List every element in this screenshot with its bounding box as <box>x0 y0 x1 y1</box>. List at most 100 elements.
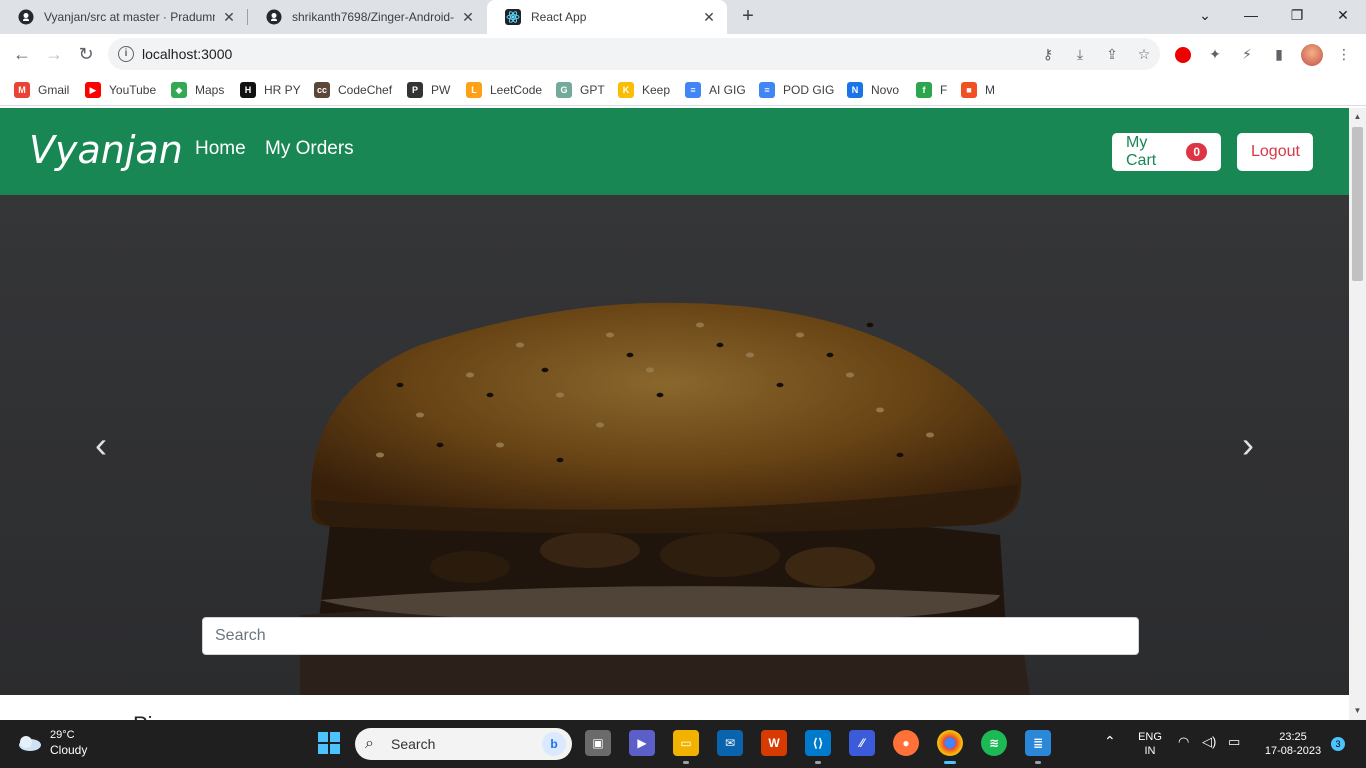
carousel-prev-icon[interactable]: ‹ <box>81 421 121 469</box>
bookmark-star-icon[interactable]: ☆ <box>1136 46 1152 62</box>
f-icon: f <box>916 82 932 98</box>
scrollbar-thumb[interactable] <box>1352 127 1363 281</box>
page-scrollbar[interactable]: ▲ ▼ <box>1349 108 1366 720</box>
chrome-icon[interactable] <box>937 730 963 756</box>
extensions-icon[interactable]: ✦ <box>1207 46 1223 62</box>
clock-date: 17-08-2023 <box>1264 745 1322 757</box>
bookmark-item[interactable]: fF <box>916 82 947 98</box>
task-view-icon[interactable]: ▣ <box>585 730 611 756</box>
adblock-icon[interactable] <box>1175 47 1191 63</box>
bookmark-item[interactable]: L LeetCode <box>466 82 542 98</box>
start-icon[interactable] <box>316 730 342 756</box>
menu-kebab-icon[interactable]: ⋮ <box>1336 46 1352 62</box>
share-icon[interactable]: ⇪ <box>1104 46 1120 62</box>
my-cart-label: My Cart <box>1126 134 1157 169</box>
url-text[interactable]: localhost:3000 <box>142 46 232 62</box>
close-tab-icon[interactable]: ✕ <box>221 9 237 26</box>
bookmark-item[interactable]: N Novo <box>847 82 899 98</box>
site-info-icon[interactable]: i <box>118 46 134 62</box>
notification-badge[interactable]: 3 <box>1331 737 1345 751</box>
tab-title: shrikanth7698/Zinger-Android-A <box>292 10 454 24</box>
spotify-icon[interactable]: ≋ <box>981 730 1007 756</box>
side-panel-icon[interactable]: ▮ <box>1271 46 1287 62</box>
key-icon[interactable]: ⚷ <box>1040 46 1056 62</box>
bookmark-label: F <box>940 83 948 97</box>
gmail-icon: M <box>14 82 30 98</box>
tab-strip: Vyanjan/src at master · Pradumn ✕ shrika… <box>0 0 1366 34</box>
brand-logo[interactable]: Vyanjan <box>29 128 183 172</box>
bookmark-item[interactable]: M Gmail <box>14 82 69 98</box>
search-icon: ⌕ <box>365 735 374 752</box>
github-icon <box>18 9 34 25</box>
tab-title: Vyanjan/src at master · Pradumn <box>44 10 215 24</box>
bookmark-item[interactable]: cc CodeChef <box>314 82 392 98</box>
restore-icon[interactable]: ❐ <box>1274 0 1320 30</box>
bookmarks-bar: M Gmail ▶ YouTube ◆ Maps H HR PY cc CodeChef P PW L L… <box>0 74 1366 106</box>
tab-title: React App <box>531 10 587 24</box>
bookmark-item[interactable]: ≡ POD GIG <box>759 82 834 98</box>
new-tab-button[interactable]: + <box>738 6 758 26</box>
bookmark-item[interactable]: ▶ YouTube <box>85 82 156 98</box>
install-icon[interactable]: ⤓ <box>1072 46 1088 62</box>
active-indicator <box>944 761 956 764</box>
bookmark-item[interactable]: K Keep <box>618 82 670 98</box>
bookmark-item[interactable]: ◆ Maps <box>171 82 224 98</box>
bookmark-label: POD GIG <box>783 83 835 97</box>
avatar[interactable] <box>1301 44 1323 66</box>
volume-icon[interactable]: ◁) <box>1202 735 1216 749</box>
bookmark-item[interactable]: ■ M <box>961 82 995 98</box>
carousel-next-icon[interactable]: › <box>1228 421 1268 469</box>
bookmark-item[interactable]: H HR PY <box>240 82 301 98</box>
performance-icon[interactable]: ⚡ <box>1239 46 1255 62</box>
meet-icon[interactable]: ▶ <box>629 730 655 756</box>
firefox-icon[interactable]: ● <box>893 730 919 756</box>
forward-icon[interactable]: → <box>42 42 66 66</box>
bookmark-item[interactable]: G GPT <box>556 82 605 98</box>
youtube-icon: ▶ <box>85 82 101 98</box>
scroll-down-icon[interactable]: ▼ <box>1353 706 1362 715</box>
github-icon <box>266 9 282 25</box>
microsoft-icon: ■ <box>961 82 977 98</box>
minimize-icon[interactable]: — <box>1228 0 1274 30</box>
my-cart-button[interactable]: My Cart 0 <box>1112 133 1221 171</box>
tab-search-icon[interactable]: ⌄ <box>1182 0 1228 30</box>
nav-link-my-orders[interactable]: My Orders <box>265 138 354 160</box>
mail-icon[interactable]: ✉ <box>717 730 743 756</box>
tab-github-vyanjan[interactable]: Vyanjan/src at master · Pradumn ✕ <box>0 0 247 34</box>
clock[interactable]: 23:25 17-08-2023 <box>1258 730 1328 758</box>
close-tab-icon[interactable]: ✕ <box>460 9 476 26</box>
scroll-up-icon[interactable]: ▲ <box>1353 112 1362 121</box>
tab-github-zinger[interactable]: shrikanth7698/Zinger-Android-A ✕ <box>248 0 486 34</box>
bookmark-label: Gmail <box>38 83 70 97</box>
bing-icon[interactable]: b <box>542 732 566 756</box>
back-icon[interactable]: ← <box>10 42 34 66</box>
office-icon[interactable]: W <box>761 730 787 756</box>
close-tab-icon[interactable]: ✕ <box>701 9 717 26</box>
battery-icon[interactable]: ▭ <box>1228 735 1240 749</box>
bookmark-item[interactable]: P PW <box>407 82 450 98</box>
bookmark-item[interactable]: ≡ AI GIG <box>685 82 746 98</box>
address-bar[interactable]: i localhost:3000 ⚷ ⤓ ⇪ ☆ <box>108 38 1160 70</box>
search-input[interactable] <box>202 617 1139 655</box>
taskbar-search-label: Search <box>391 736 436 752</box>
docs-icon: ≡ <box>759 82 775 98</box>
vscode-icon[interactable]: ⟨⟩ <box>805 730 831 756</box>
logout-button[interactable]: Logout <box>1237 133 1313 171</box>
taskbar-search[interactable]: ⌕ Search b <box>355 728 572 760</box>
notepad-icon[interactable]: ≣ <box>1025 730 1051 756</box>
chevron-up-icon[interactable]: ⌃ <box>1104 734 1116 748</box>
weather-widget[interactable]: 29°C Cloudy <box>16 728 87 758</box>
language-top: ENG <box>1138 731 1162 743</box>
tab-react-app[interactable]: React App ✕ <box>487 0 727 34</box>
windows-taskbar: 29°C Cloudy ⌕ Search b ▣ ▶ ▭ ✉ W ⟨⟩ ⁄⁄ ●… <box>0 720 1366 768</box>
page-viewport: Vyanjan Home My Orders My Cart 0 Logout <box>0 108 1349 720</box>
wifi-icon[interactable]: ◠ <box>1178 735 1189 749</box>
studio-icon[interactable]: ⁄⁄ <box>849 730 875 756</box>
language-indicator[interactable]: ENG IN <box>1134 730 1166 758</box>
nav-link-home[interactable]: Home <box>195 138 246 160</box>
clock-time: 23:25 <box>1279 731 1307 743</box>
running-indicator <box>815 761 821 764</box>
file-explorer-icon[interactable]: ▭ <box>673 730 699 756</box>
window-close-icon[interactable]: ✕ <box>1320 0 1366 30</box>
reload-icon[interactable]: ↻ <box>74 42 98 66</box>
